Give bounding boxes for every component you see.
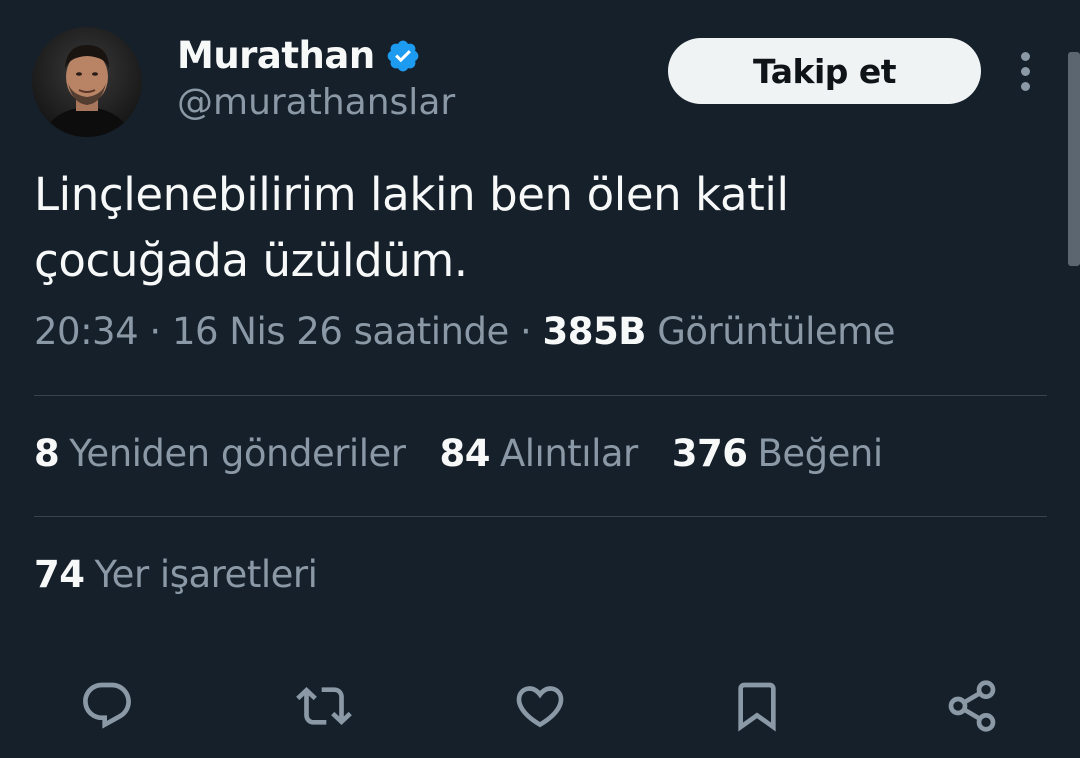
- display-name[interactable]: Murathan: [177, 34, 375, 77]
- meta-separator: ·: [508, 310, 543, 353]
- tweet-time[interactable]: 20:34: [34, 310, 139, 353]
- reply-icon[interactable]: [77, 676, 137, 736]
- tweet-text-line: Linçlenebilirim lakin ben ölen katil: [34, 168, 789, 221]
- likes-label: Beğeni: [757, 432, 883, 475]
- likes-stat[interactable]: 376 Beğeni: [672, 432, 883, 475]
- divider: [34, 395, 1047, 396]
- share-icon[interactable]: [942, 676, 1002, 736]
- dot: [1020, 66, 1030, 76]
- dot: [1020, 51, 1030, 61]
- tweet-text: Linçlenebilirim lakin ben ölen katil çoc…: [34, 162, 1034, 294]
- retweet-icon[interactable]: [294, 676, 354, 736]
- bookmarks-stat[interactable]: 74 Yer işaretleri: [34, 553, 318, 596]
- bookmarks-label: Yer işaretleri: [94, 553, 318, 596]
- engagement-stats: 8 Yeniden gönderiler 84 Alıntılar 376 Beğen…: [34, 432, 883, 475]
- bookmark-icon[interactable]: [727, 676, 787, 736]
- views-count: 385B: [542, 310, 647, 353]
- dot: [1020, 81, 1030, 91]
- retweets-count: 8: [34, 432, 60, 475]
- author-name-row: Murathan: [177, 30, 421, 80]
- follow-button[interactable]: Takip et: [668, 38, 981, 104]
- tweet-detail: Murathan @murathanslar Takip et Linçlene…: [0, 0, 1080, 758]
- tweet-date[interactable]: 16 Nis 26 saatinde: [172, 310, 509, 353]
- quotes-label: Alıntılar: [499, 432, 638, 475]
- verified-badge-icon[interactable]: [385, 38, 421, 74]
- like-icon[interactable]: [510, 676, 570, 736]
- retweets-stat[interactable]: 8 Yeniden gönderiler: [34, 432, 406, 475]
- bookmarks-count: 74: [34, 553, 85, 596]
- retweets-label: Yeniden gönderiler: [69, 432, 406, 475]
- more-options-icon[interactable]: [1005, 46, 1045, 96]
- views-label: Görüntüleme: [657, 310, 895, 353]
- action-bar: [0, 676, 1080, 736]
- likes-count: 376: [671, 432, 748, 475]
- handle[interactable]: @murathanslar: [177, 82, 455, 123]
- quotes-stat[interactable]: 84 Alıntılar: [439, 432, 638, 475]
- quotes-count: 84: [439, 432, 490, 475]
- divider: [34, 516, 1047, 517]
- avatar[interactable]: [32, 27, 142, 137]
- avatar-photo-icon: [32, 27, 142, 137]
- tweet-meta: 20:34 · 16 Nis 26 saatinde · 385B Görünt…: [34, 310, 895, 353]
- scrollbar[interactable]: [1068, 52, 1080, 266]
- tweet-text-line: çocuğada üzüldüm.: [34, 234, 468, 287]
- meta-separator: ·: [138, 310, 172, 353]
